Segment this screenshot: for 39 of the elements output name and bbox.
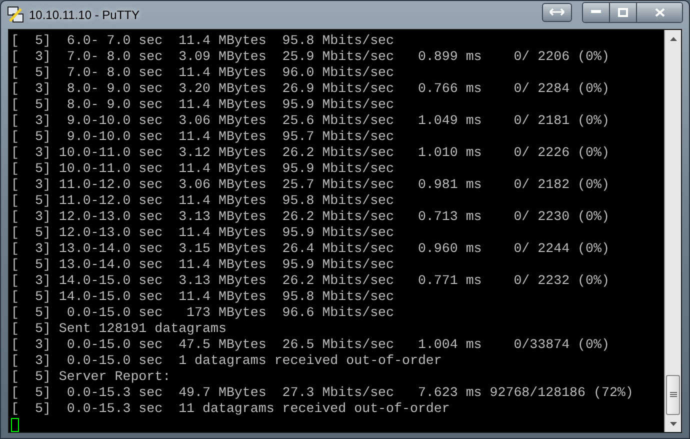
close-icon (654, 8, 664, 16)
terminal-line: [ 3] 14.0-15.0 sec 3.13 MBytes 26.2 Mbits/sec 0.771 ms 0/ 2232 (0%) (11, 273, 610, 289)
maximize-icon (618, 8, 628, 16)
terminal-line: [ 3] 7.0- 8.0 sec 3.09 MBytes 25.9 Mbits/sec 0.899 ms 0/ 2206 (0%) (11, 49, 610, 65)
scroll-up-icon (670, 36, 676, 40)
terminal-line: [ 3] 11.0-12.0 sec 3.06 MBytes 25.7 Mbits/sec 0.981 ms 0/ 2182 (0%) (11, 177, 610, 193)
terminal-line: [ 3] 10.0-11.0 sec 3.12 MBytes 26.2 Mbits/sec 1.010 ms 0/ 2226 (0%) (11, 145, 610, 161)
terminal-line: [ 5] 9.0-10.0 sec 11.4 MBytes 95.7 Mbits/sec (11, 129, 394, 145)
terminal-line: [ 5] 13.0-14.0 sec 11.4 MBytes 95.9 Mbits/sec (11, 257, 394, 273)
terminal-line: [ 5] 0.0-15.3 sec 11 datagrams received out-of-order (11, 401, 450, 417)
scroll-thumb[interactable] (666, 375, 680, 415)
grip-icon (670, 392, 676, 398)
terminal-line: [ 5] 0.0-15.0 sec 173 MBytes 96.6 Mbits/sec (11, 305, 394, 321)
terminal-line: [ 5] 11.0-12.0 sec 11.4 MBytes 95.8 Mbits/sec (11, 193, 394, 209)
terminal-line: [ 5] 0.0-15.3 sec 49.7 MBytes 27.3 Mbits/sec 7.623 ms 92768/128186 (72%) (11, 385, 634, 401)
maximize-button[interactable] (610, 2, 637, 22)
scrollbar[interactable] (664, 30, 681, 432)
minimize-icon (591, 10, 601, 14)
close-button[interactable] (637, 2, 682, 22)
window-title: 10.10.11.10 - PuTTY (29, 7, 140, 24)
terminal-line: [ 5] 8.0- 9.0 sec 11.4 MBytes 95.9 Mbits/sec (11, 97, 394, 113)
scroll-down-icon (670, 422, 676, 426)
terminal-line: [ 5] Sent 128191 datagrams (11, 321, 226, 337)
terminal-line: [ 3] 9.0-10.0 sec 3.06 MBytes 25.6 Mbits/sec 1.049 ms 0/ 2181 (0%) (11, 113, 610, 129)
minimize-button[interactable] (583, 2, 610, 22)
terminal-line: [ 5] Server Report: (11, 369, 171, 385)
terminal-line: [ 3] 13.0-14.0 sec 3.15 MBytes 26.4 Mbits/sec 0.960 ms 0/ 2244 (0%) (11, 241, 610, 257)
terminal-line: [ 5] 7.0- 8.0 sec 11.4 MBytes 96.0 Mbits/sec (11, 65, 394, 81)
terminal-line: [ 3] 0.0-15.0 sec 47.5 MBytes 26.5 Mbits/sec 1.004 ms 0/33874 (0%) (11, 337, 610, 353)
double-arrow-icon (549, 8, 565, 16)
terminal-line: [ 5] 14.0-15.0 sec 11.4 MBytes 95.8 Mbits/sec (11, 289, 394, 305)
terminal-line: [ 3] 8.0- 9.0 sec 3.20 MBytes 26.9 Mbits/sec 0.766 ms 0/ 2284 (0%) (11, 81, 610, 97)
terminal-line: [ 3] 12.0-13.0 sec 3.13 MBytes 26.2 Mbits/sec 0.713 ms 0/ 2230 (0%) (11, 209, 610, 225)
terminal-line: [ 5] 6.0- 7.0 sec 11.4 MBytes 95.8 Mbits/sec (11, 33, 394, 49)
terminal-line: [ 5] 12.0-13.0 sec 11.4 MBytes 95.9 Mbits/sec (11, 225, 394, 241)
computer-icon (7, 6, 25, 24)
terminal-line: [ 5] 10.0-11.0 sec 11.4 MBytes 95.9 Mbits/sec (11, 161, 394, 177)
resize-button[interactable] (542, 2, 572, 22)
terminal-line: [ 3] 0.0-15.0 sec 1 datagrams received out-of-order (11, 353, 442, 369)
